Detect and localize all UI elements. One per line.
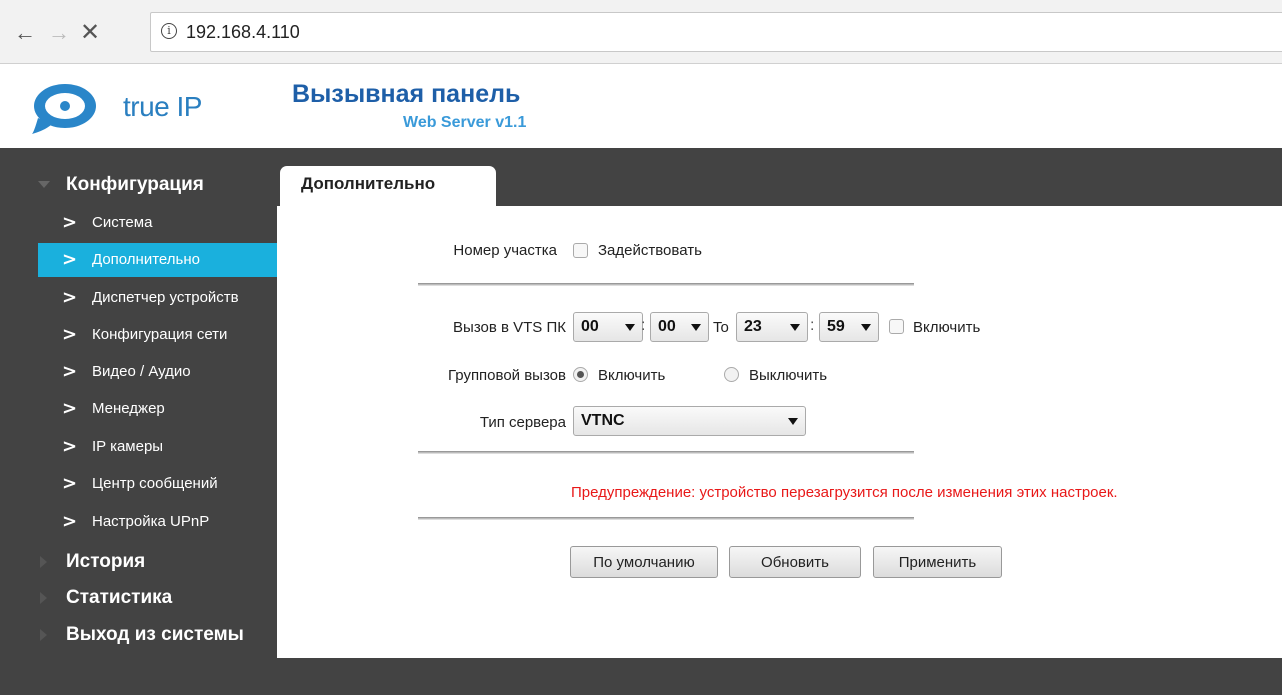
- separator: [418, 283, 914, 286]
- tab-label: Дополнительно: [301, 174, 436, 193]
- url-text[interactable]: 192.168.4.110: [186, 22, 300, 43]
- sidebar-section-label: Статистика: [66, 587, 173, 608]
- triangle-down-icon: [790, 324, 800, 331]
- sidebar-section-history[interactable]: История: [0, 546, 277, 580]
- separator: [418, 451, 914, 454]
- sidebar-item-label: Система: [92, 214, 153, 231]
- sidebar-item-message-center[interactable]: > Центр сообщений: [38, 467, 277, 501]
- sidebar-section-label: История: [66, 551, 146, 572]
- server-type-select[interactable]: VTNC: [573, 406, 806, 436]
- from-hour-select[interactable]: 00: [573, 312, 643, 342]
- true-ip-logo-icon: [32, 84, 96, 134]
- sidebar-item-device-manager[interactable]: > Диспетчер устройств: [38, 281, 277, 315]
- time-colon: :: [810, 317, 815, 334]
- chevron-right-icon: >: [62, 398, 78, 419]
- vts-enable-label: Включить: [913, 319, 981, 336]
- page-header: true IP Вызывная панель Web Server v1.1: [0, 64, 1282, 148]
- group-call-on-radio[interactable]: [573, 367, 588, 382]
- tab-additional[interactable]: Дополнительно: [280, 166, 496, 208]
- app-subtitle: Web Server v1.1: [403, 114, 527, 131]
- triangle-down-icon: [691, 324, 701, 331]
- chevron-right-icon: >: [62, 287, 78, 308]
- chevron-right-icon: >: [62, 473, 78, 494]
- sidebar-item-additional[interactable]: > Дополнительно: [38, 243, 277, 277]
- group-call-on-label: Включить: [598, 367, 666, 384]
- select-value: 59: [827, 318, 845, 335]
- sidebar-item-label: Настройка UPnP: [92, 513, 210, 530]
- chevron-right-icon: >: [62, 212, 78, 233]
- to-minute-select[interactable]: 59: [819, 312, 879, 342]
- sidebar-item-label: Диспетчер устройств: [92, 289, 239, 306]
- sidebar-item-label: Видео / Аудио: [92, 363, 191, 380]
- triangle-right-icon: [40, 629, 47, 641]
- chevron-right-icon: >: [62, 511, 78, 532]
- stop-icon[interactable]: ✕: [80, 21, 100, 45]
- group-call-label: Групповой вызов: [447, 367, 566, 384]
- section-number-label: Номер участка: [453, 242, 557, 259]
- app-title: Вызывная панель: [292, 80, 521, 108]
- warning-message: Предупреждение: устройство перезагрузитс…: [571, 484, 1118, 501]
- sidebar-item-label: Менеджер: [92, 400, 165, 417]
- section-number-checkbox[interactable]: [573, 243, 588, 258]
- sidebar-item-label: Конфигурация сети: [92, 326, 228, 343]
- chevron-right-icon: >: [62, 436, 78, 457]
- refresh-button[interactable]: Обновить: [729, 546, 861, 578]
- time-colon: :: [641, 317, 646, 334]
- back-arrow-icon[interactable]: ←: [14, 22, 36, 44]
- select-value: 00: [658, 318, 676, 335]
- chevron-right-icon: >: [62, 324, 78, 345]
- triangle-down-icon: [788, 418, 798, 425]
- sidebar-section-configuration[interactable]: Конфигурация: [0, 169, 277, 203]
- sidebar-item-upnp[interactable]: > Настройка UPnP: [38, 505, 277, 539]
- section-number-checkbox-label: Задействовать: [598, 242, 702, 259]
- triangle-down-icon: [38, 181, 50, 188]
- select-value: 23: [744, 318, 762, 335]
- page-footer: [0, 658, 1282, 695]
- sidebar-item-manager[interactable]: > Менеджер: [38, 392, 277, 426]
- chevron-right-icon: >: [62, 361, 78, 382]
- info-icon[interactable]: i: [161, 23, 177, 39]
- vts-call-label: Вызов в VTS ПК: [453, 319, 566, 336]
- group-call-off-radio[interactable]: [724, 367, 739, 382]
- group-call-off-label: Выключить: [749, 367, 828, 384]
- sidebar: Конфигурация > Система > Дополнительно >…: [0, 148, 277, 695]
- sidebar-item-label: Дополнительно: [92, 251, 200, 268]
- vts-enable-checkbox[interactable]: [889, 319, 904, 334]
- sidebar-item-label: IP камеры: [92, 438, 164, 455]
- sidebar-section-logout[interactable]: Выход из системы: [0, 619, 277, 653]
- forward-arrow-icon[interactable]: →: [48, 22, 70, 44]
- to-hour-select[interactable]: 23: [736, 312, 808, 342]
- default-button[interactable]: По умолчанию: [570, 546, 718, 578]
- sidebar-section-label: Конфигурация: [66, 174, 204, 195]
- sidebar-section-label: Выход из системы: [66, 624, 244, 645]
- apply-button[interactable]: Применить: [873, 546, 1002, 578]
- to-label: To: [713, 319, 729, 336]
- triangle-down-icon: [625, 324, 635, 331]
- sidebar-item-ip-cameras[interactable]: > IP камеры: [38, 430, 277, 464]
- sidebar-item-system[interactable]: > Система: [38, 206, 277, 240]
- from-minute-select[interactable]: 00: [650, 312, 709, 342]
- sidebar-section-statistics[interactable]: Статистика: [0, 582, 277, 616]
- server-type-label: Тип сервера: [479, 414, 566, 431]
- triangle-right-icon: [40, 556, 47, 568]
- triangle-down-icon: [861, 324, 871, 331]
- sidebar-item-video-audio[interactable]: > Видео / Аудио: [38, 355, 277, 389]
- address-bar[interactable]: i 192.168.4.110: [150, 12, 1282, 52]
- logo-text: true IP: [123, 91, 202, 122]
- select-value: 00: [581, 318, 599, 335]
- triangle-right-icon: [40, 592, 47, 604]
- sidebar-item-network-config[interactable]: > Конфигурация сети: [38, 318, 277, 352]
- separator: [418, 517, 914, 520]
- browser-toolbar: ← → ✕ i 192.168.4.110: [0, 0, 1282, 64]
- chevron-right-icon: >: [62, 249, 78, 270]
- sidebar-item-label: Центр сообщений: [92, 475, 218, 492]
- select-value: VTNC: [581, 412, 625, 429]
